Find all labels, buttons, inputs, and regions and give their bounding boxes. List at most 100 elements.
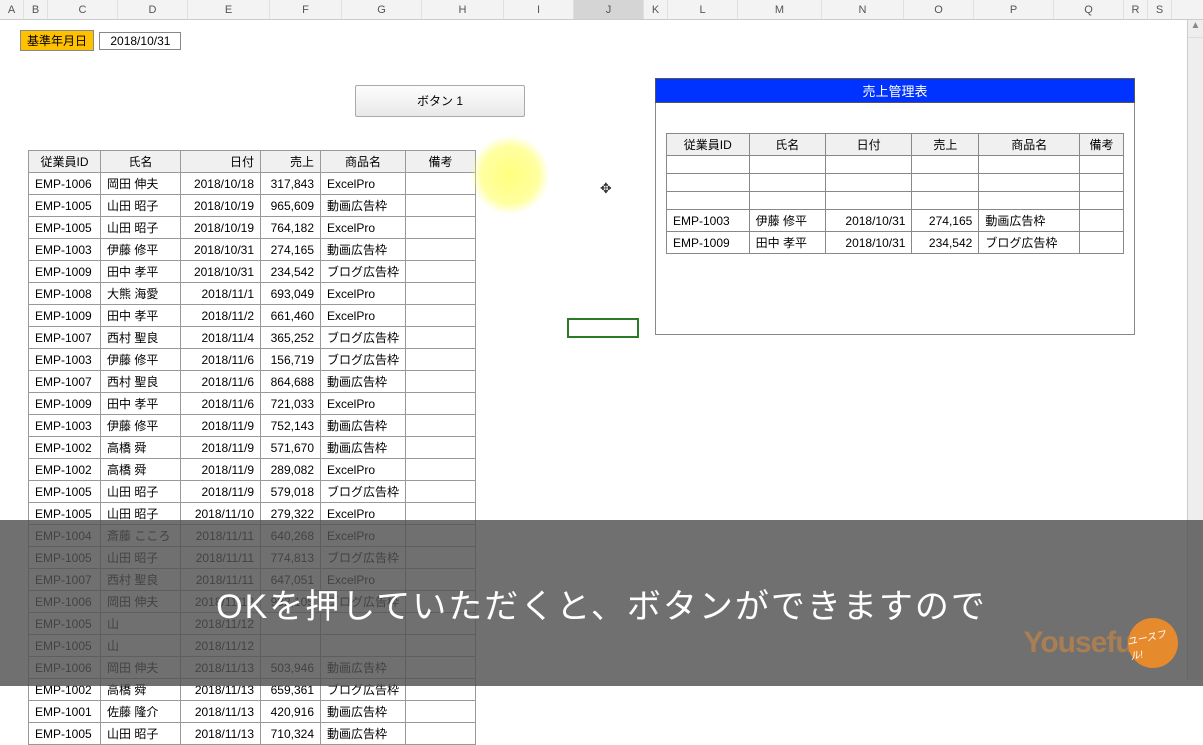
col-header-E[interactable]: E xyxy=(188,0,270,19)
summary-th-3[interactable]: 売上 xyxy=(912,134,979,156)
cell[interactable]: 動画広告枠 xyxy=(321,195,406,217)
cell[interactable]: 2018/11/9 xyxy=(181,415,261,437)
cell[interactable] xyxy=(825,174,912,192)
table-row[interactable] xyxy=(667,174,1124,192)
cell[interactable]: 2018/11/9 xyxy=(181,437,261,459)
cell[interactable]: 2018/11/4 xyxy=(181,327,261,349)
cell[interactable] xyxy=(825,192,912,210)
cell[interactable]: 西村 聖良 xyxy=(101,327,181,349)
table-row[interactable]: EMP-1005山田 昭子2018/11/13710,324動画広告枠 xyxy=(29,723,476,745)
cell[interactable] xyxy=(406,723,476,745)
table-row[interactable] xyxy=(667,192,1124,210)
summary-th-0[interactable]: 従業員ID xyxy=(667,134,750,156)
summary-th-4[interactable]: 商品名 xyxy=(979,134,1080,156)
cell[interactable] xyxy=(1080,192,1124,210)
cell[interactable]: EMP-1003 xyxy=(667,210,750,232)
cell[interactable]: EMP-1007 xyxy=(29,371,101,393)
cell[interactable]: 274,165 xyxy=(261,239,321,261)
col-header-K[interactable]: K xyxy=(644,0,668,19)
worksheet[interactable]: 基準年月日 2018/10/31 ボタン 1 ✥ 従業員ID氏名日付売上商品名備… xyxy=(0,20,1203,51)
cell[interactable]: 2018/10/19 xyxy=(181,217,261,239)
col-header-R[interactable]: R xyxy=(1124,0,1148,19)
summary-th-2[interactable]: 日付 xyxy=(825,134,912,156)
cell[interactable]: 2018/11/6 xyxy=(181,371,261,393)
cell[interactable] xyxy=(1080,174,1124,192)
cell[interactable]: 動画広告枠 xyxy=(321,239,406,261)
cell[interactable]: ExcelPro xyxy=(321,173,406,195)
cell[interactable]: 2018/11/6 xyxy=(181,393,261,415)
cell[interactable]: 高橋 舜 xyxy=(101,459,181,481)
cell[interactable]: 動画広告枠 xyxy=(321,437,406,459)
table-row[interactable]: EMP-1007西村 聖良2018/11/4365,252ブログ広告枠 xyxy=(29,327,476,349)
col-header-F[interactable]: F xyxy=(270,0,342,19)
col-header-S[interactable]: S xyxy=(1148,0,1172,19)
cell[interactable]: 伊藤 修平 xyxy=(101,349,181,371)
cell[interactable]: ブログ広告枠 xyxy=(321,327,406,349)
cell[interactable] xyxy=(979,156,1080,174)
cell[interactable] xyxy=(667,156,750,174)
table-row[interactable]: EMP-1009田中 孝平2018/11/2661,460ExcelPro xyxy=(29,305,476,327)
cell[interactable]: 420,916 xyxy=(261,701,321,723)
cell[interactable]: 764,182 xyxy=(261,217,321,239)
cell[interactable]: 2018/10/19 xyxy=(181,195,261,217)
cell[interactable]: EMP-1003 xyxy=(29,349,101,371)
cell[interactable]: ブログ広告枠 xyxy=(321,349,406,371)
column-headers[interactable]: ABCDEFGHIJKLMNOPQRS xyxy=(0,0,1203,20)
cell[interactable] xyxy=(406,283,476,305)
table-row[interactable]: EMP-1005山田 昭子2018/11/9579,018ブログ広告枠 xyxy=(29,481,476,503)
cell[interactable]: EMP-1006 xyxy=(29,173,101,195)
cell[interactable]: 動画広告枠 xyxy=(979,210,1080,232)
cell[interactable] xyxy=(406,217,476,239)
macro-button-1[interactable]: ボタン 1 xyxy=(355,85,525,117)
cell[interactable]: EMP-1009 xyxy=(29,393,101,415)
cell[interactable] xyxy=(979,192,1080,210)
table-row[interactable]: EMP-1003伊藤 修平2018/10/31274,165動画広告枠 xyxy=(667,210,1124,232)
col-header-J[interactable]: J xyxy=(574,0,644,19)
cell[interactable]: 2018/10/31 xyxy=(825,232,912,254)
cell[interactable] xyxy=(406,305,476,327)
cell[interactable] xyxy=(667,174,750,192)
reference-date-value[interactable]: 2018/10/31 xyxy=(99,32,181,50)
table-row[interactable]: EMP-1003伊藤 修平2018/11/9752,143動画広告枠 xyxy=(29,415,476,437)
cell[interactable]: EMP-1005 xyxy=(29,217,101,239)
cell[interactable]: ExcelPro xyxy=(321,393,406,415)
table-row[interactable]: EMP-1009田中 孝平2018/10/31234,542ブログ広告枠 xyxy=(667,232,1124,254)
main-th-1[interactable]: 氏名 xyxy=(101,151,181,173)
cell[interactable] xyxy=(406,481,476,503)
table-row[interactable]: EMP-1005山田 昭子2018/10/19764,182ExcelPro xyxy=(29,217,476,239)
cell[interactable] xyxy=(406,239,476,261)
cell[interactable]: 2018/11/9 xyxy=(181,481,261,503)
cell[interactable] xyxy=(1080,232,1124,254)
cell[interactable]: 伊藤 修平 xyxy=(101,415,181,437)
summary-th-5[interactable]: 備考 xyxy=(1080,134,1124,156)
cell[interactable] xyxy=(912,156,979,174)
cell[interactable]: 2018/10/31 xyxy=(181,261,261,283)
cell[interactable]: EMP-1009 xyxy=(667,232,750,254)
cell[interactable]: 岡田 伸夫 xyxy=(101,173,181,195)
cell[interactable]: 579,018 xyxy=(261,481,321,503)
cell[interactable] xyxy=(749,174,825,192)
cell[interactable]: ExcelPro xyxy=(321,305,406,327)
cell[interactable]: 2018/10/31 xyxy=(825,210,912,232)
cell[interactable]: ExcelPro xyxy=(321,283,406,305)
cell[interactable]: 234,542 xyxy=(912,232,979,254)
cell[interactable]: 田中 孝平 xyxy=(749,232,825,254)
cell[interactable]: 710,324 xyxy=(261,723,321,745)
cell[interactable]: ExcelPro xyxy=(321,217,406,239)
cell[interactable]: 693,049 xyxy=(261,283,321,305)
cell[interactable] xyxy=(1080,156,1124,174)
cell[interactable]: 317,843 xyxy=(261,173,321,195)
cell[interactable]: 佐藤 隆介 xyxy=(101,701,181,723)
cell[interactable]: 伊藤 修平 xyxy=(749,210,825,232)
cell[interactable] xyxy=(667,192,750,210)
table-row[interactable]: EMP-1003伊藤 修平2018/11/6156,719ブログ広告枠 xyxy=(29,349,476,371)
cell[interactable]: 動画広告枠 xyxy=(321,415,406,437)
cell[interactable]: 965,609 xyxy=(261,195,321,217)
cell[interactable]: 365,252 xyxy=(261,327,321,349)
cell[interactable]: 動画広告枠 xyxy=(321,701,406,723)
cell[interactable]: ExcelPro xyxy=(321,459,406,481)
cell[interactable]: 2018/11/2 xyxy=(181,305,261,327)
cell[interactable] xyxy=(406,459,476,481)
cell[interactable] xyxy=(406,437,476,459)
cell[interactable]: 動画広告枠 xyxy=(321,723,406,745)
